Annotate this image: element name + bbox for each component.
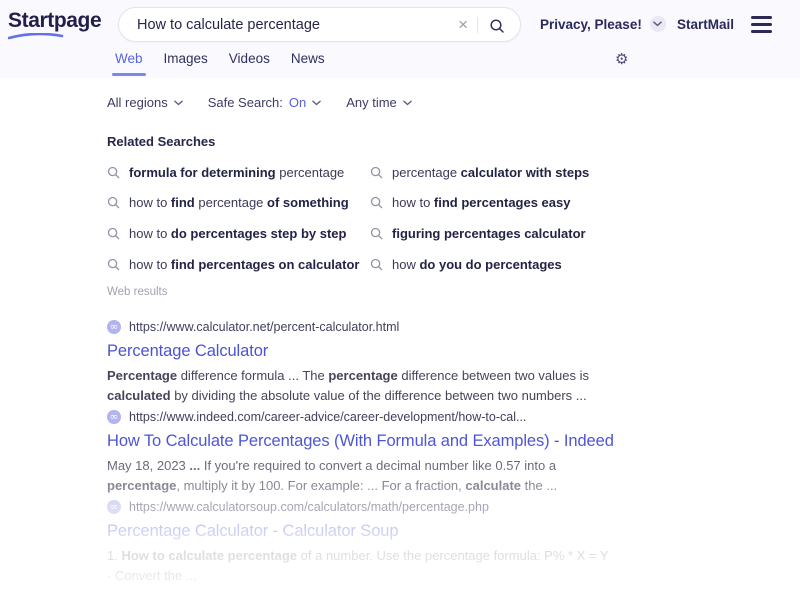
safe-search-filter[interactable]: Safe Search: On: [208, 95, 322, 110]
region-filter[interactable]: All regions: [107, 95, 183, 110]
result-snippet: Percentage difference formula ... The pe…: [107, 366, 614, 405]
search-bar[interactable]: ×: [118, 7, 521, 42]
result-url[interactable]: https://www.calculatorsoup.com/calculato…: [129, 500, 489, 514]
startmail-link[interactable]: StartMail: [677, 0, 734, 48]
anonymous-view-icon[interactable]: ∞: [107, 320, 121, 334]
search-result: ∞ https://www.indeed.com/career-advice/c…: [107, 408, 617, 498]
related-search-item[interactable]: formula for determining percentage: [107, 165, 370, 180]
tab-web[interactable]: Web: [115, 51, 143, 76]
related-search-text: figuring percentages calculator: [392, 226, 586, 241]
logo-underline-swoosh: [8, 33, 64, 40]
safe-search-value: On: [289, 95, 306, 110]
related-search-item[interactable]: how to find percentages on calculator: [107, 257, 370, 272]
related-search-text: how to find percentage of something: [129, 195, 349, 210]
tab-images[interactable]: Images: [164, 51, 208, 76]
anonymous-view-icon[interactable]: ∞: [107, 500, 121, 514]
result-title-link[interactable]: How To Calculate Percentages (With Formu…: [107, 432, 617, 451]
region-filter-label: All regions: [107, 95, 168, 110]
search-submit-button[interactable]: [478, 16, 512, 34]
menu-icon[interactable]: [751, 16, 772, 33]
related-search-item[interactable]: how do you do percentages: [370, 257, 620, 272]
related-search-item[interactable]: figuring percentages calculator: [370, 226, 620, 241]
related-search-item[interactable]: how to find percentage of something: [107, 195, 370, 210]
search-icon: [107, 258, 120, 271]
privacy-please-label: Privacy, Please!: [540, 17, 642, 32]
tab-videos[interactable]: Videos: [229, 51, 270, 76]
search-icon: [107, 196, 120, 209]
main-content: All regions Safe Search: On Any time Rel…: [0, 78, 800, 603]
time-filter[interactable]: Any time: [346, 95, 412, 110]
startpage-logo[interactable]: Startpage: [8, 9, 101, 33]
web-results-label: Web results: [107, 286, 168, 298]
related-searches-list: formula for determining percentage how t…: [107, 157, 620, 279]
result-title-link[interactable]: Percentage Calculator - Calculator Soup: [107, 522, 617, 541]
search-tabs: Web Images Videos News: [115, 51, 325, 76]
startpage-results-page: Startpage × Privacy, Please!: [0, 0, 800, 603]
result-url-row: ∞ https://www.calculator.net/percent-cal…: [107, 318, 617, 336]
chevron-down-icon: [650, 16, 666, 32]
search-result: ∞ https://www.calculator.net/percent-cal…: [107, 318, 617, 408]
search-icon: [370, 196, 383, 209]
related-search-text: formula for determining percentage: [129, 165, 344, 180]
results-list: ∞ https://www.calculator.net/percent-cal…: [107, 318, 617, 588]
related-search-text: how do you do percentages: [392, 257, 562, 272]
chevron-down-icon: [312, 100, 321, 106]
time-filter-label: Any time: [346, 95, 397, 110]
result-url[interactable]: https://www.calculator.net/percent-calcu…: [129, 320, 399, 334]
safe-search-label: Safe Search:: [208, 95, 283, 110]
anonymous-view-icon[interactable]: ∞: [107, 410, 121, 424]
result-url-row: ∞ https://www.indeed.com/career-advice/c…: [107, 408, 617, 426]
related-search-item[interactable]: how to find percentages easy: [370, 195, 620, 210]
clear-search-icon[interactable]: ×: [449, 16, 477, 33]
settings-gear-icon[interactable]: ⚙: [615, 50, 628, 68]
startmail-label: StartMail: [677, 17, 734, 32]
tab-news[interactable]: News: [291, 51, 325, 76]
related-search-text: how to find percentages easy: [392, 195, 570, 210]
result-url[interactable]: https://www.indeed.com/career-advice/car…: [129, 410, 526, 424]
search-input[interactable]: [137, 17, 449, 33]
privacy-please-menu[interactable]: Privacy, Please!: [540, 0, 666, 48]
chevron-down-icon: [403, 100, 412, 106]
search-result: ∞ https://www.calculatorsoup.com/calcula…: [107, 498, 617, 588]
related-search-text: percentage calculator with steps: [392, 165, 589, 180]
search-icon: [489, 18, 505, 34]
chevron-down-icon: [174, 100, 183, 106]
search-icon: [370, 227, 383, 240]
search-icon: [370, 166, 383, 179]
logo-text: Startpage: [8, 9, 101, 32]
related-search-text: how to find percentages on calculator: [129, 257, 359, 272]
related-search-text: how to do percentages step by step: [129, 226, 346, 241]
related-search-item[interactable]: how to do percentages step by step: [107, 226, 370, 241]
result-snippet: May 18, 2023 ... If you're required to c…: [107, 456, 614, 495]
related-search-item[interactable]: percentage calculator with steps: [370, 165, 620, 180]
header: Startpage × Privacy, Please!: [0, 0, 800, 78]
filter-bar: All regions Safe Search: On Any time: [107, 95, 412, 110]
search-icon: [370, 258, 383, 271]
search-icon: [107, 166, 120, 179]
result-title-link[interactable]: Percentage Calculator: [107, 342, 617, 361]
result-url-row: ∞ https://www.calculatorsoup.com/calcula…: [107, 498, 617, 516]
search-icon: [107, 227, 120, 240]
result-snippet: 1. How to calculate percentage of a numb…: [107, 546, 614, 585]
related-searches-heading: Related Searches: [107, 134, 215, 149]
